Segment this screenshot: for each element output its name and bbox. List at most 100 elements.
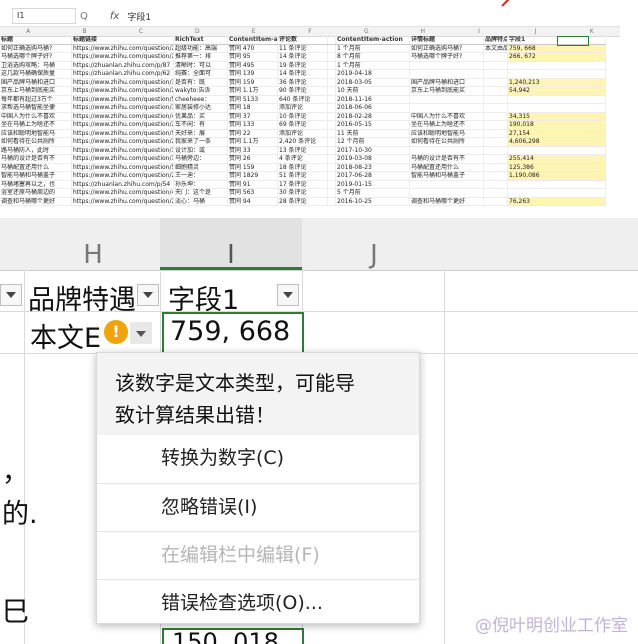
column-header-i[interactable]: I: [160, 218, 302, 270]
mini-cell[interactable]: 255,414: [508, 155, 606, 163]
mini-cell[interactable]: [484, 197, 508, 205]
formula-input[interactable]: 字段1: [127, 10, 151, 23]
mini-cell[interactable]: 赞同 94: [228, 197, 278, 205]
mini-cell[interactable]: 5 个月前: [336, 189, 410, 197]
mini-cell[interactable]: 赞同 139: [228, 70, 278, 78]
mini-cell[interactable]: 赞同 1.1万: [228, 138, 278, 146]
mini-cell[interactable]: https://www.zhihu.com/question/2: [72, 121, 174, 129]
mini-cell[interactable]: 是否有：既: [174, 78, 228, 86]
mini-cell[interactable]: 赞同 470: [228, 44, 278, 52]
mini-cell[interactable]: https://www.zhihu.com/question/3: [72, 146, 174, 154]
mini-cell[interactable]: [484, 172, 508, 180]
mini-column-letter[interactable]: K: [564, 27, 620, 36]
mini-cell[interactable]: [484, 138, 508, 146]
mini-column-letter[interactable]: J: [507, 27, 563, 36]
mini-cell[interactable]: [328, 87, 336, 95]
mini-cell[interactable]: 智能马桶和马桶盖子: [0, 172, 72, 180]
mini-cell[interactable]: 赞同 563: [228, 189, 278, 197]
mini-cell[interactable]: [484, 53, 508, 61]
mini-cell[interactable]: 640 条评论: [278, 95, 328, 103]
column-header-h[interactable]: H: [28, 218, 158, 270]
search-icon[interactable]: Q: [80, 11, 88, 22]
mini-cell[interactable]: 2,420 条评论: [278, 138, 328, 146]
mini-cell[interactable]: https://www.zhihu.com/question/2: [72, 87, 174, 95]
mini-cell[interactable]: [328, 53, 336, 61]
mini-cell[interactable]: [508, 146, 606, 154]
mini-cell[interactable]: 2016-10-25: [336, 197, 410, 205]
mini-column-letter[interactable]: A: [0, 27, 56, 36]
mini-cell[interactable]: 27,154: [508, 129, 606, 137]
mini-cell[interactable]: 天门：这个是: [174, 189, 228, 197]
mini-cell[interactable]: 评论数: [278, 36, 328, 44]
mini-cell[interactable]: 11 条评论: [278, 44, 328, 52]
mini-cell[interactable]: 14 条评论: [278, 53, 328, 61]
mini-cell[interactable]: [508, 61, 606, 69]
mini-column-letter[interactable]: F: [282, 27, 338, 36]
mini-cell[interactable]: https://www.zhihu.com/question/4: [72, 189, 174, 197]
mini-cell[interactable]: [484, 129, 508, 137]
mini-cell[interactable]: 10 条评论: [278, 112, 328, 120]
mini-cell[interactable]: 添加评论: [278, 129, 328, 137]
mini-cell[interactable]: 赞同 495: [228, 61, 278, 69]
warning-dropdown-arrow[interactable]: [130, 322, 152, 344]
mini-cell[interactable]: 2018-02-28: [336, 112, 410, 120]
menu-item-ignore-error[interactable]: 忽略错误(I): [97, 483, 419, 529]
mini-cell[interactable]: [508, 104, 606, 112]
mini-cell[interactable]: 设计加：或: [174, 146, 228, 154]
mini-cell[interactable]: 赞同 95: [228, 53, 278, 61]
mini-cell[interactable]: 标题: [0, 36, 72, 44]
mini-cell[interactable]: [410, 61, 484, 69]
mini-cell[interactable]: [484, 189, 508, 197]
mini-cell[interactable]: 8 个月前: [336, 53, 410, 61]
mini-cell[interactable]: 求帮选马桶智能坐便: [0, 104, 72, 112]
mini-cell[interactable]: 2019-04-18: [336, 70, 410, 78]
field1-cell[interactable]: 759, 668: [170, 316, 290, 347]
mini-cell[interactable]: [410, 146, 484, 154]
mini-cell[interactable]: 卫浴选购攻略：马桶: [0, 61, 72, 69]
mini-cell[interactable]: [328, 70, 336, 78]
mini-cell[interactable]: https://www.zhihu.com/question/5: [72, 129, 174, 137]
mini-cell[interactable]: [328, 44, 336, 52]
mini-cell[interactable]: 1,190,086: [508, 172, 606, 180]
mini-cell[interactable]: 赞同 22: [228, 129, 278, 137]
mini-cell[interactable]: 12 个月前: [336, 138, 410, 146]
mini-cell[interactable]: 1 个月前: [336, 44, 410, 52]
mini-cell[interactable]: [410, 104, 484, 112]
mini-cell[interactable]: 54,942: [508, 87, 606, 95]
mini-cell[interactable]: [508, 70, 606, 78]
mini-cell[interactable]: 超级功能：高端: [174, 44, 228, 52]
mini-cell[interactable]: 京东上马桶到底能买: [410, 87, 484, 95]
mini-cell[interactable]: 69 条评论: [278, 121, 328, 129]
mini-cell[interactable]: 4 条评论: [278, 155, 328, 163]
mini-cell[interactable]: 王一迪：: [174, 172, 228, 180]
mini-cell[interactable]: [484, 121, 508, 129]
mini-cell[interactable]: [328, 36, 336, 44]
fx-icon[interactable]: fx: [110, 11, 119, 22]
mini-cell[interactable]: 路马桶防人，此时: [0, 146, 72, 154]
mini-cell[interactable]: 赞同 1.1万: [228, 87, 278, 95]
mini-cell[interactable]: 国产品牌马桶和进口: [0, 78, 72, 86]
mini-cell[interactable]: 中国人为什么不喜欢: [410, 112, 484, 120]
filter-dropdown-g[interactable]: [0, 284, 22, 306]
mini-cell[interactable]: 2019-01-15: [336, 180, 410, 188]
mini-cell[interactable]: [410, 189, 484, 197]
mini-cell[interactable]: [484, 61, 508, 69]
mini-cell[interactable]: 赞同 1829: [228, 172, 278, 180]
mini-cell[interactable]: [484, 70, 508, 78]
mini-cell[interactable]: 添加评论: [278, 104, 328, 112]
mini-cell[interactable]: [328, 163, 336, 171]
mini-cell[interactable]: 马桶选哪个牌子好?: [410, 53, 484, 61]
mini-cell[interactable]: [484, 104, 508, 112]
mini-cell[interactable]: 34,315: [508, 112, 606, 120]
mini-cell[interactable]: 品牌特点: [484, 36, 508, 44]
mini-column-letter[interactable]: G: [338, 27, 394, 36]
mini-cell[interactable]: 2017-06-28: [336, 172, 410, 180]
mini-cell[interactable]: https://www.zhihu.com/question/5: [72, 163, 174, 171]
mini-cell[interactable]: 本文由品: [484, 44, 508, 52]
mini-cell[interactable]: 1 个月前: [336, 61, 410, 69]
mini-cell[interactable]: [410, 70, 484, 78]
mini-cell[interactable]: 推荐第一：排: [174, 53, 228, 61]
filter-dropdown-h[interactable]: [137, 284, 159, 306]
mini-cell[interactable]: [508, 189, 606, 197]
mini-cell[interactable]: 2016-05-15: [336, 121, 410, 129]
